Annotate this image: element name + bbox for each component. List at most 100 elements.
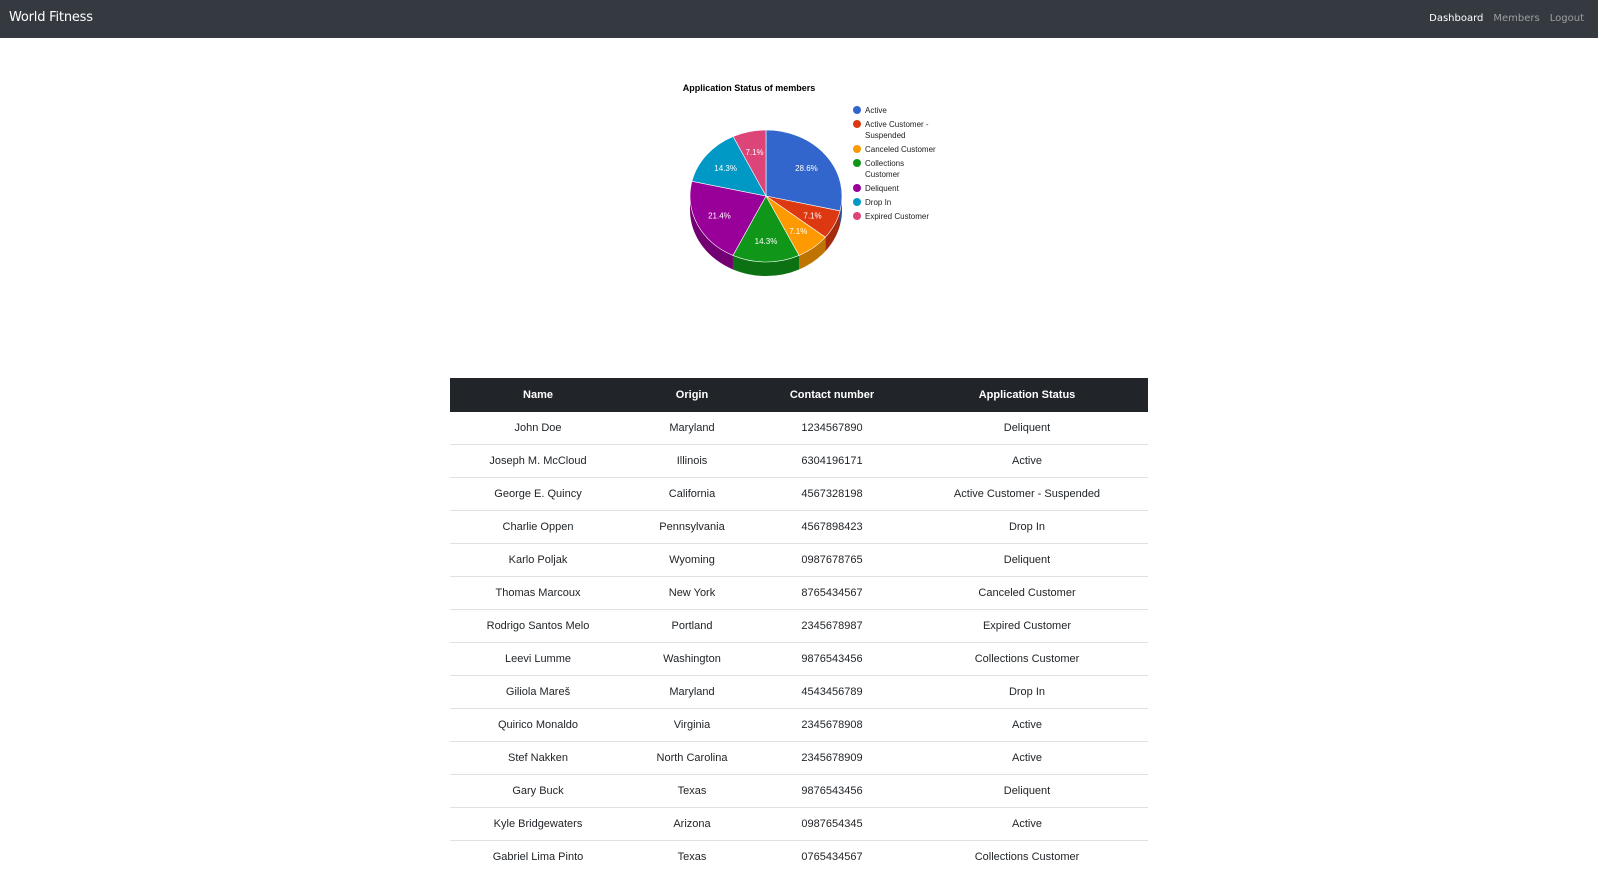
- cell-contact-number: 0765434567: [801, 851, 863, 863]
- cell-contact-number: 0987654345: [758, 807, 906, 841]
- legend-marker: [853, 145, 861, 153]
- cell-application-status: Active Customer - Suspended: [906, 477, 1148, 511]
- cell-contact-number: 4567328198: [758, 477, 906, 511]
- cell-contact-number: 4567898423: [758, 510, 906, 544]
- table-row: Karlo Poljak Wyoming 0987678765 Deliquent: [450, 543, 1148, 577]
- cell-origin: Virginia: [626, 708, 758, 742]
- cell-contact-number: 8765434567: [758, 576, 906, 610]
- cell-origin: New York: [626, 576, 758, 610]
- cell-name: Rodrigo Santos Melo: [450, 609, 626, 643]
- header-application-status: Application Status: [906, 378, 1148, 412]
- pie-slice-label: 28.6%: [795, 164, 818, 173]
- cell-application-status: Deliquent: [906, 774, 1148, 808]
- legend-marker: [853, 198, 861, 206]
- cell-application-status: Collections Customer: [906, 642, 1148, 676]
- cell-application-status: Deliquent: [906, 412, 1148, 445]
- nav-link-logout[interactable]: Logout: [1550, 13, 1584, 24]
- cell-name: Giliola Mareš: [450, 675, 626, 709]
- pie-slice-label: 7.1%: [803, 212, 821, 221]
- table-row: Quirico Monaldo Virginia 2345678908 Active: [450, 708, 1148, 742]
- cell-application-status: Drop In: [906, 675, 1148, 709]
- legend-label: Drop In: [865, 198, 891, 207]
- cell-origin: Texas: [626, 774, 758, 808]
- cell-name: George E. Quincy: [450, 477, 626, 511]
- cell-origin: Texas: [677, 851, 707, 863]
- cell-name: Charlie Oppen: [450, 510, 626, 544]
- pie-slice-label: 14.3%: [755, 237, 778, 246]
- cell-contact-number: 9876543456: [758, 642, 906, 676]
- cell-name: Kyle Bridgewaters: [450, 807, 626, 841]
- cell-name: Gary Buck: [450, 774, 626, 808]
- table-row: Gabriel Lima Pinto Texas 0765434567 Collect…: [450, 841, 1148, 874]
- header-origin: Origin: [626, 378, 758, 412]
- cell-contact-number: 0987678765: [758, 543, 906, 577]
- cell-contact-number: 4543456789: [758, 675, 906, 709]
- table-row: Charlie Oppen Pennsylvania 4567898423 Drop …: [450, 510, 1148, 544]
- legend-marker: [853, 159, 861, 167]
- cell-name: Joseph M. McCloud: [450, 444, 626, 478]
- cell-origin: North Carolina: [626, 741, 758, 775]
- table-row: Gary Buck Texas 9876543456 Deliquent: [450, 774, 1148, 808]
- pie-slice-label: 14.3%: [714, 164, 737, 173]
- legend-label: Expired Customer: [865, 212, 929, 221]
- cell-application-status: Active: [906, 807, 1148, 841]
- application-status-pie-chart: Application Status of members 28.6% 7.1% 7…: [683, 83, 936, 276]
- brand-logo-text[interactable]: World Fitness: [9, 10, 93, 25]
- navbar: World Fitness Dashboard Members Logout: [0, 0, 1598, 38]
- legend-marker: [853, 120, 861, 128]
- cell-contact-number: 1234567890: [758, 412, 906, 445]
- cell-origin: Wyoming: [626, 543, 758, 577]
- nav-links: Dashboard Members Logout: [1429, 13, 1584, 24]
- table-row: Giliola Mareš Maryland 4543456789 Drop In: [450, 675, 1148, 709]
- cell-name: John Doe: [450, 412, 626, 445]
- legend-label: Active: [865, 106, 887, 115]
- cell-contact-number: 2345678908: [758, 708, 906, 742]
- cell-name: Quirico Monaldo: [450, 708, 626, 742]
- table-row: Rodrigo Santos Melo Portland 2345678987 Exp…: [450, 609, 1148, 643]
- table-header-row: Name Origin Contact number Application S…: [450, 378, 1148, 412]
- legend-label: Collections Customer: [865, 159, 904, 179]
- cell-application-status: Active: [906, 444, 1148, 478]
- cell-name: Gabriel Lima Pinto: [492, 851, 584, 863]
- cell-contact-number: 9876543456: [758, 774, 906, 808]
- cell-origin: Arizona: [626, 807, 758, 841]
- cell-contact-number: 2345678987: [758, 609, 906, 643]
- pie-slice-label: 7.1%: [789, 227, 807, 236]
- nav-link-dashboard[interactable]: Dashboard: [1429, 13, 1483, 24]
- cell-application-status: Deliquent: [906, 543, 1148, 577]
- cell-origin: Portland: [626, 609, 758, 643]
- cell-contact-number: 6304196171: [758, 444, 906, 478]
- pie-slice-label: 21.4%: [708, 211, 731, 220]
- cell-application-status: Collections Customer: [974, 851, 1080, 863]
- cell-origin: Maryland: [626, 412, 758, 445]
- table-row: Joseph M. McCloud Illinois 6304196171 Activ…: [450, 444, 1148, 478]
- nav-link-members[interactable]: Members: [1493, 13, 1539, 24]
- cell-application-status: Expired Customer: [906, 609, 1148, 643]
- cell-application-status: Canceled Customer: [906, 576, 1148, 610]
- table-row: Stef Nakken North Carolina 2345678909 Activ…: [450, 741, 1148, 775]
- table-row: Leevi Lumme Washington 9876543456 Collectio…: [450, 642, 1148, 676]
- cell-origin: California: [626, 477, 758, 511]
- cell-application-status: Active: [906, 741, 1148, 775]
- members-table: Name Origin Contact number Application S…: [450, 378, 1148, 873]
- cell-origin: Maryland: [626, 675, 758, 709]
- cell-name: Leevi Lumme: [450, 642, 626, 676]
- table-row: George E. Quincy California 4567328198 Acti…: [450, 477, 1148, 511]
- cell-application-status: Active: [906, 708, 1148, 742]
- cell-origin: Washington: [626, 642, 758, 676]
- pie-slice-label: 7.1%: [745, 148, 763, 157]
- cell-application-status: Drop In: [906, 510, 1148, 544]
- cell-name: Thomas Marcoux: [450, 576, 626, 610]
- table-body: John Doe Maryland 1234567890 Deliquent Josep…: [450, 412, 1148, 873]
- legend-marker: [853, 106, 861, 114]
- header-name: Name: [450, 378, 626, 412]
- table-row: Kyle Bridgewaters Arizona 0987654345 Active: [450, 807, 1148, 841]
- cell-name: Stef Nakken: [450, 741, 626, 775]
- members-table-container: Name Origin Contact number Application S…: [450, 378, 1148, 873]
- legend-marker: [853, 184, 861, 192]
- cell-origin: Pennsylvania: [626, 510, 758, 544]
- legend-label: Deliquent: [865, 184, 900, 193]
- legend-label: Canceled Customer: [865, 145, 936, 154]
- cell-contact-number: 2345678909: [758, 741, 906, 775]
- header-contact-number: Contact number: [758, 378, 906, 412]
